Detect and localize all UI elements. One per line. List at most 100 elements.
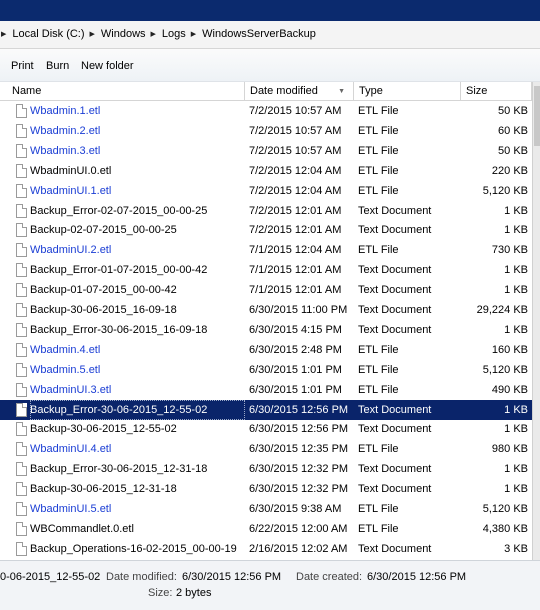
file-name: WbadminUI.5.etl [30,503,112,515]
file-date-modified: 7/1/2015 12:01 AM [249,284,342,296]
file-row[interactable]: Backup_Error-02-07-2015_00-00-25 7/2/2015… [0,201,532,221]
column-header-size-label: Size [466,85,488,97]
document-file-icon [16,104,27,118]
column-header-name[interactable]: Name [7,82,245,101]
file-row[interactable]: WbadminUI.5.etl 6/30/2015 9:38 AM ETL File… [0,499,532,519]
document-file-icon [16,303,27,317]
file-type: ETL File [358,364,399,376]
file-name: Backup_Operations-16-02-2015_00-00-19 [30,543,237,555]
chevron-right-icon[interactable]: ▶ [151,30,156,38]
file-date-modified: 6/30/2015 12:35 PM [249,443,349,455]
sort-descending-icon: ▼ [338,88,345,95]
file-row[interactable]: Backup_Operations-16-02-2015_00-00-19 2/1… [0,539,532,559]
document-file-icon [16,144,27,158]
file-row[interactable]: WbadminUI.0.etl 7/2/2015 12:04 AM ETL File… [0,161,532,181]
file-date-modified: 2/16/2015 12:02 AM [249,543,348,555]
file-date-modified: 6/30/2015 12:56 PM [249,404,349,416]
column-header-name-label: Name [12,85,42,97]
file-row[interactable]: Backup-30-06-2015_12-55-02 6/30/2015 12:5… [0,419,532,439]
chevron-right-icon[interactable]: ▶ [1,30,6,38]
file-row[interactable]: Backup-02-07-2015_00-00-25 7/2/2015 12:01… [0,220,532,240]
details-pane: 0-06-2015_12-55-02 Date modified: 6/30/2… [0,560,540,610]
file-date-modified: 7/2/2015 12:04 AM [249,165,342,177]
document-file-icon [16,363,27,377]
window-title-bar [0,0,540,21]
file-type: ETL File [358,503,399,515]
file-size: 1 KB [504,463,528,475]
file-type: ETL File [358,384,399,396]
file-size: 160 KB [491,344,528,356]
breadcrumb-logs[interactable]: Logs [162,28,186,40]
file-size: 1 KB [504,423,528,435]
file-name: Wbadmin.3.etl [30,145,101,157]
breadcrumb-windowsserverbackup[interactable]: WindowsServerBackup [202,28,316,40]
file-row[interactable]: WbadminUI.2.etl 7/1/2015 12:04 AM ETL File… [0,240,532,260]
file-type: Text Document [358,284,432,296]
file-row[interactable]: Wbadmin.5.etl 6/30/2015 1:01 PM ETL File 5,… [0,360,532,380]
column-header-type[interactable]: Type [354,82,461,101]
file-name: Backup_Error-02-07-2015_00-00-25 [30,205,208,217]
file-date-modified: 6/30/2015 4:15 PM [249,324,342,336]
file-size: 5,120 KB [482,364,528,376]
file-row[interactable]: WbadminUI.4.etl 6/30/2015 12:35 PM ETL Fil… [0,439,532,459]
breadcrumb-windows[interactable]: Windows [101,28,146,40]
file-row[interactable]: Backup_Error-30-06-2015_12-55-02 6/30/201… [0,400,532,420]
file-name: WbadminUI.2.etl [30,244,112,256]
file-row[interactable]: WBCommandlet.0.etl 6/22/2015 12:00 AM ETL … [0,519,532,539]
file-type: ETL File [358,145,399,157]
file-row[interactable]: Backup_Error-30-06-2015_12-31-18 6/30/201… [0,459,532,479]
file-date-modified: 6/30/2015 1:01 PM [249,384,342,396]
document-file-icon [16,542,27,556]
file-name: Wbadmin.1.etl [30,105,101,117]
file-size: 5,120 KB [482,185,528,197]
file-name: Backup-30-06-2015_12-31-18 [30,483,177,495]
new-folder-button[interactable]: New folder [81,60,134,72]
file-row[interactable]: Backup-30-06-2015_16-09-18 6/30/2015 11:0… [0,300,532,320]
burn-button[interactable]: Burn [46,60,69,72]
file-row[interactable]: Wbadmin.1.etl 7/2/2015 10:57 AM ETL File 50… [0,101,532,121]
document-file-icon [16,383,27,397]
column-header-size[interactable]: Size [461,82,532,101]
chevron-right-icon[interactable]: ▶ [90,30,95,38]
file-row[interactable]: WbadminUI.3.etl 6/30/2015 1:01 PM ETL File… [0,380,532,400]
file-date-modified: 6/22/2015 12:00 AM [249,523,348,535]
file-type: Text Document [358,304,432,316]
file-name: Wbadmin.4.etl [30,344,101,356]
document-file-icon [16,164,27,178]
document-file-icon [16,482,27,496]
file-row[interactable]: Backup_Error-30-06-2015_16-09-18 6/30/201… [0,320,532,340]
file-size: 1 KB [504,224,528,236]
document-file-icon [16,403,27,417]
file-name: Wbadmin.5.etl [30,364,101,376]
document-file-icon [16,323,27,337]
file-size: 60 KB [498,125,528,137]
vertical-scrollbar[interactable] [532,82,540,560]
details-size-value: 2 bytes [176,587,212,599]
file-row[interactable]: Backup_Error-01-07-2015_00-00-42 7/1/2015… [0,260,532,280]
file-row[interactable]: WbadminUI.1.etl 7/2/2015 12:04 AM ETL File… [0,181,532,201]
file-size: 1 KB [504,404,528,416]
file-type: Text Document [358,483,432,495]
file-row[interactable]: Backup-01-07-2015_00-00-42 7/1/2015 12:01… [0,280,532,300]
file-name: WbadminUI.1.etl [30,185,112,197]
file-size: 1 KB [504,284,528,296]
column-header-date-modified[interactable]: Date modified ▼ [245,82,354,101]
file-name: Backup_Error-30-06-2015_12-55-02 [30,400,245,420]
file-row[interactable]: Wbadmin.2.etl 7/2/2015 10:57 AM ETL File 60… [0,121,532,141]
file-size: 490 KB [491,384,528,396]
file-name: Backup-01-07-2015_00-00-42 [30,284,177,296]
breadcrumb-local-disk[interactable]: Local Disk (C:) [12,28,84,40]
print-button[interactable]: Print [11,60,34,72]
file-type: Text Document [358,324,432,336]
chevron-right-icon[interactable]: ▶ [191,30,196,38]
address-bar[interactable]: ▶ Local Disk (C:) ▶ Windows ▶ Logs ▶ Win… [0,21,540,49]
file-date-modified: 7/2/2015 12:01 AM [249,224,342,236]
file-date-modified: 6/30/2015 1:01 PM [249,364,342,376]
file-row[interactable]: Wbadmin.3.etl 7/2/2015 10:57 AM ETL File 50… [0,141,532,161]
file-date-modified: 6/30/2015 11:00 PM [249,304,348,316]
scrollbar-thumb[interactable] [534,86,540,146]
file-type: Text Document [358,543,432,555]
file-row[interactable]: Backup-30-06-2015_12-31-18 6/30/2015 12:3… [0,479,532,499]
file-row[interactable]: Wbadmin.4.etl 6/30/2015 2:48 PM ETL File 16… [0,340,532,360]
file-date-modified: 7/1/2015 12:04 AM [249,244,342,256]
